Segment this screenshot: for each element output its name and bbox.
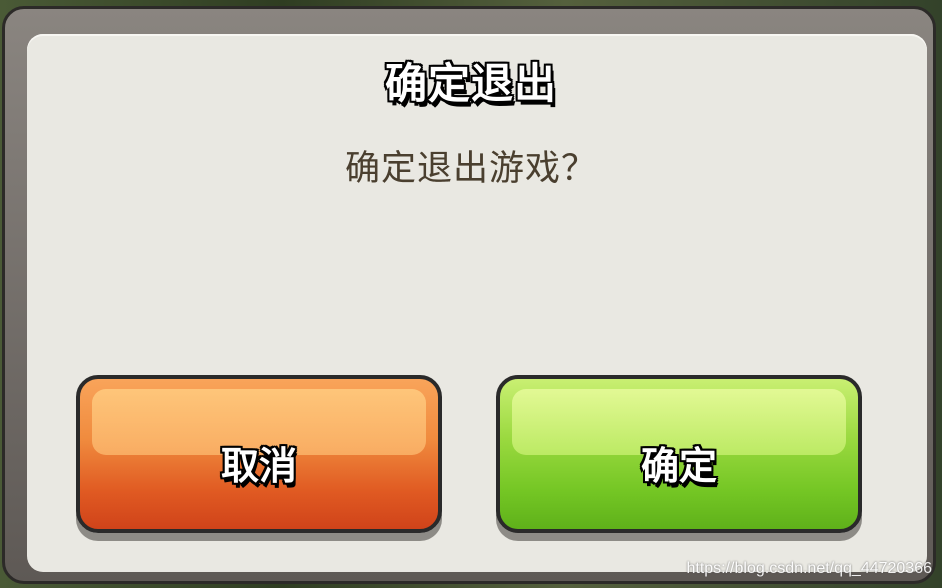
dialog-title: 确定退出 <box>384 59 557 108</box>
confirm-button-label: 确定 <box>640 444 717 488</box>
confirm-button[interactable]: 确定 <box>496 375 862 533</box>
cancel-button[interactable]: 取消 <box>76 375 442 533</box>
cancel-button-label: 取消 <box>220 444 297 488</box>
dialog-message: 确定退出游戏？ <box>344 149 597 189</box>
watermark: https://blog.csdn.net/qq_44720366 <box>686 560 932 577</box>
